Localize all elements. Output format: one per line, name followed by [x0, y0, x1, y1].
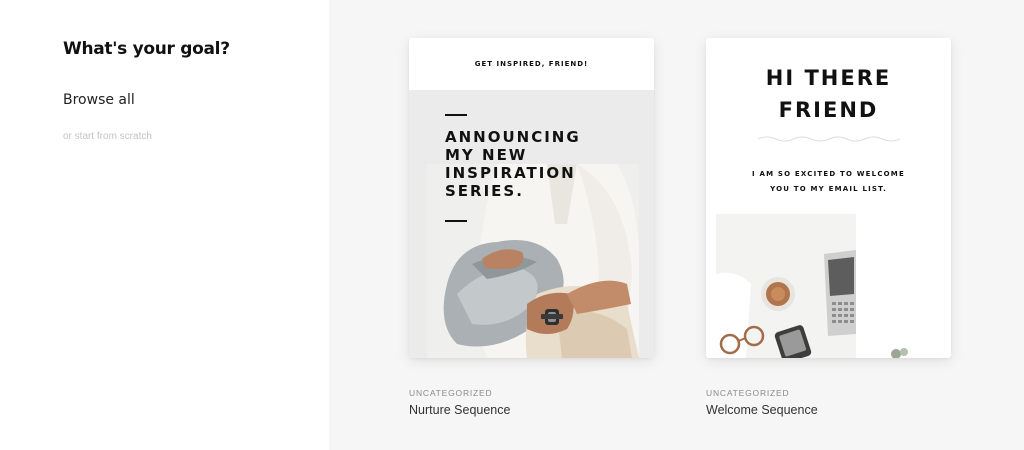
headline-line: INSPIRATION	[445, 164, 576, 182]
preview-title: HI THERE FRIEND	[706, 62, 951, 126]
start-from-scratch-link[interactable]: or start from scratch	[63, 131, 152, 142]
title-line: HI THERE	[765, 66, 892, 90]
sidebar: What's your goal? Browse all or start fr…	[0, 0, 329, 450]
title-line: FRIEND	[778, 98, 879, 122]
headline-top-rule	[445, 114, 467, 116]
template-card-welcome-sequence[interactable]: HI THERE FRIEND I AM SO EXCITED TO WELCO…	[706, 38, 951, 358]
headline-bottom-rule	[445, 220, 467, 222]
template-card-nurture-sequence[interactable]: GET INSPIRED, FRIEND! ANNOUNCING MY NEW …	[409, 38, 654, 358]
preview-header: GET INSPIRED, FRIEND!	[409, 38, 654, 90]
template-name[interactable]: Nurture Sequence	[409, 403, 510, 417]
headline-line: SERIES.	[445, 182, 524, 200]
template-category: UNCATEGORIZED	[409, 388, 493, 398]
subtitle-line: I AM SO EXCITED TO WELCOME	[752, 170, 905, 178]
preview-subtitle: I AM SO EXCITED TO WELCOME YOU TO MY EMA…	[706, 167, 951, 197]
subtitle-line: YOU TO MY EMAIL LIST.	[770, 185, 887, 193]
desk-flatlay-photo	[716, 214, 928, 358]
headline-line: MY NEW	[445, 146, 528, 164]
browse-all-link[interactable]: Browse all	[63, 92, 135, 108]
preview-headline: ANNOUNCING MY NEW INSPIRATION SERIES.	[445, 128, 615, 200]
wavy-divider	[758, 136, 900, 142]
template-category: UNCATEGORIZED	[706, 388, 790, 398]
template-name[interactable]: Welcome Sequence	[706, 403, 818, 417]
goal-heading: What's your goal?	[63, 39, 230, 59]
preview-body: ANNOUNCING MY NEW INSPIRATION SERIES.	[409, 90, 654, 358]
headline-line: ANNOUNCING	[445, 128, 581, 146]
